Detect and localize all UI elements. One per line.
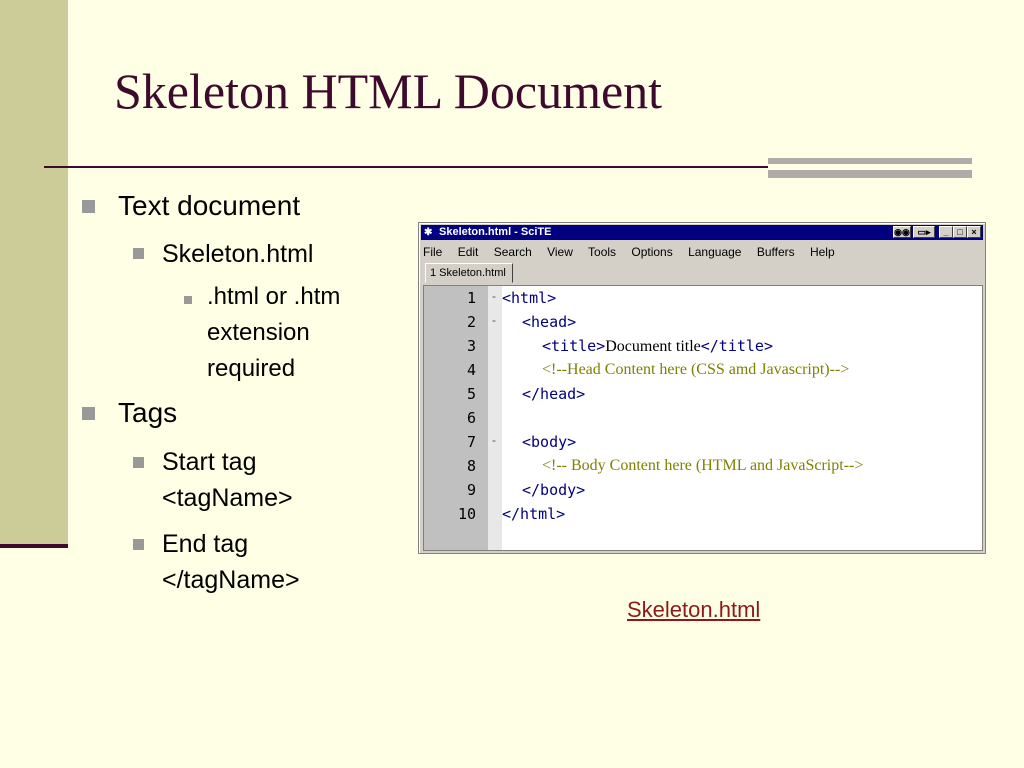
slide-title: Skeleton HTML Document: [114, 63, 663, 119]
app-icon: ✱: [424, 227, 433, 238]
code-line: <!-- Body Content here (HTML and JavaScr…: [542, 454, 863, 478]
bullet-extension-required: .html or .htm extension required: [207, 279, 340, 387]
code-text: Document title: [605, 338, 701, 355]
menu-bar: File Edit Search View Tools Options Lang…: [423, 243, 847, 261]
code-tag: <head>: [522, 313, 577, 331]
bullet-skeleton-html: Skeleton.html: [162, 240, 314, 268]
bullet-line: </tagName>: [162, 566, 300, 594]
tab-skeleton-html[interactable]: 1 Skeleton.html: [425, 263, 513, 283]
menu-file[interactable]: File: [423, 245, 442, 259]
menu-search[interactable]: Search: [494, 245, 532, 259]
line-number: 4: [466, 361, 476, 379]
menu-options[interactable]: Options: [631, 245, 672, 259]
bullet-marker-level2: [133, 539, 144, 550]
fold-marker-icon[interactable]: -: [492, 430, 496, 450]
scite-editor-window: ✱ Skeleton.html - SciTE ◉◉ ▭▸ _ □ × File…: [418, 222, 986, 554]
title-divider: [44, 166, 768, 168]
minimize-button[interactable]: _: [939, 226, 953, 238]
menu-buffers[interactable]: Buffers: [757, 245, 795, 259]
code-line: </body>: [522, 478, 585, 503]
bullet-start-tag: Start tag <tagName>: [162, 444, 293, 516]
menu-edit[interactable]: Edit: [458, 245, 479, 259]
window-title-bar: ✱ Skeleton.html - SciTE ◉◉ ▭▸ _ □ ×: [421, 225, 983, 240]
title-accent-bar-bottom: [768, 170, 972, 178]
line-number: 10: [457, 505, 476, 523]
code-tag: </head>: [522, 385, 586, 403]
code-comment: <!--Head Content here (CSS amd Javascrip…: [542, 361, 850, 378]
line-number: 9: [466, 481, 476, 499]
bullet-line: required: [207, 355, 296, 382]
code-line: <title>Document title</title>: [542, 334, 773, 359]
menu-tools[interactable]: Tools: [588, 245, 616, 259]
maximize-button[interactable]: □: [953, 226, 967, 238]
bullet-line: End tag: [162, 530, 249, 558]
line-number: 6: [466, 409, 476, 427]
code-tag: </title>: [700, 337, 773, 355]
menu-language[interactable]: Language: [688, 245, 741, 259]
left-band-rule: [0, 544, 68, 548]
close-button[interactable]: ×: [967, 226, 981, 238]
code-tag: <body>: [522, 433, 577, 451]
line-number: 7: [466, 433, 476, 451]
line-number: 8: [466, 457, 476, 475]
skeleton-html-link[interactable]: Skeleton.html: [627, 597, 760, 623]
code-tag: </html>: [502, 505, 566, 523]
bullet-line: Start tag: [162, 448, 257, 476]
window-switch-icon[interactable]: ▭▸: [913, 226, 935, 238]
line-number: 5: [466, 385, 476, 403]
bullet-text-document: Text document: [118, 190, 301, 221]
code-line: <!--Head Content here (CSS amd Javascrip…: [542, 358, 849, 382]
bullet-marker-level1: [82, 407, 95, 420]
glasses-icon[interactable]: ◉◉: [893, 226, 911, 238]
bullet-end-tag: End tag </tagName>: [162, 526, 300, 598]
code-editor[interactable]: 1 2 3 4 5 6 7 8 9 10 - - - <html> <head>…: [423, 285, 983, 551]
code-line: <html>: [502, 286, 556, 311]
bullet-marker-level2: [133, 457, 144, 468]
menu-help[interactable]: Help: [810, 245, 835, 259]
code-tag: <title>: [542, 337, 606, 355]
code-tag: <html>: [502, 289, 557, 307]
bullet-marker-level1: [82, 200, 95, 213]
left-decorative-band: [0, 0, 68, 548]
window-title: Skeleton.html - SciTE: [439, 226, 552, 238]
code-line: <body>: [522, 430, 576, 455]
bullet-tags: Tags: [118, 397, 178, 428]
menu-view[interactable]: View: [547, 245, 573, 259]
line-number: 3: [466, 337, 476, 355]
bullet-line: extension: [207, 319, 310, 346]
line-number: 1: [466, 289, 476, 307]
bullet-line: <tagName>: [162, 484, 293, 512]
code-line: <head>: [522, 310, 576, 335]
code-tag: </body>: [522, 481, 586, 499]
line-number: 2: [466, 313, 476, 331]
title-accent-bar-top: [768, 158, 972, 164]
code-line: </head>: [522, 382, 585, 407]
fold-marker-icon[interactable]: -: [492, 310, 496, 330]
fold-marker-icon[interactable]: -: [492, 286, 496, 306]
code-comment: <!-- Body Content here (HTML and JavaScr…: [542, 457, 864, 474]
code-line: </html>: [502, 502, 565, 527]
bullet-line: .html or .htm: [207, 283, 341, 310]
bullet-marker-level3: [184, 296, 192, 304]
bullet-marker-level2: [133, 248, 144, 259]
